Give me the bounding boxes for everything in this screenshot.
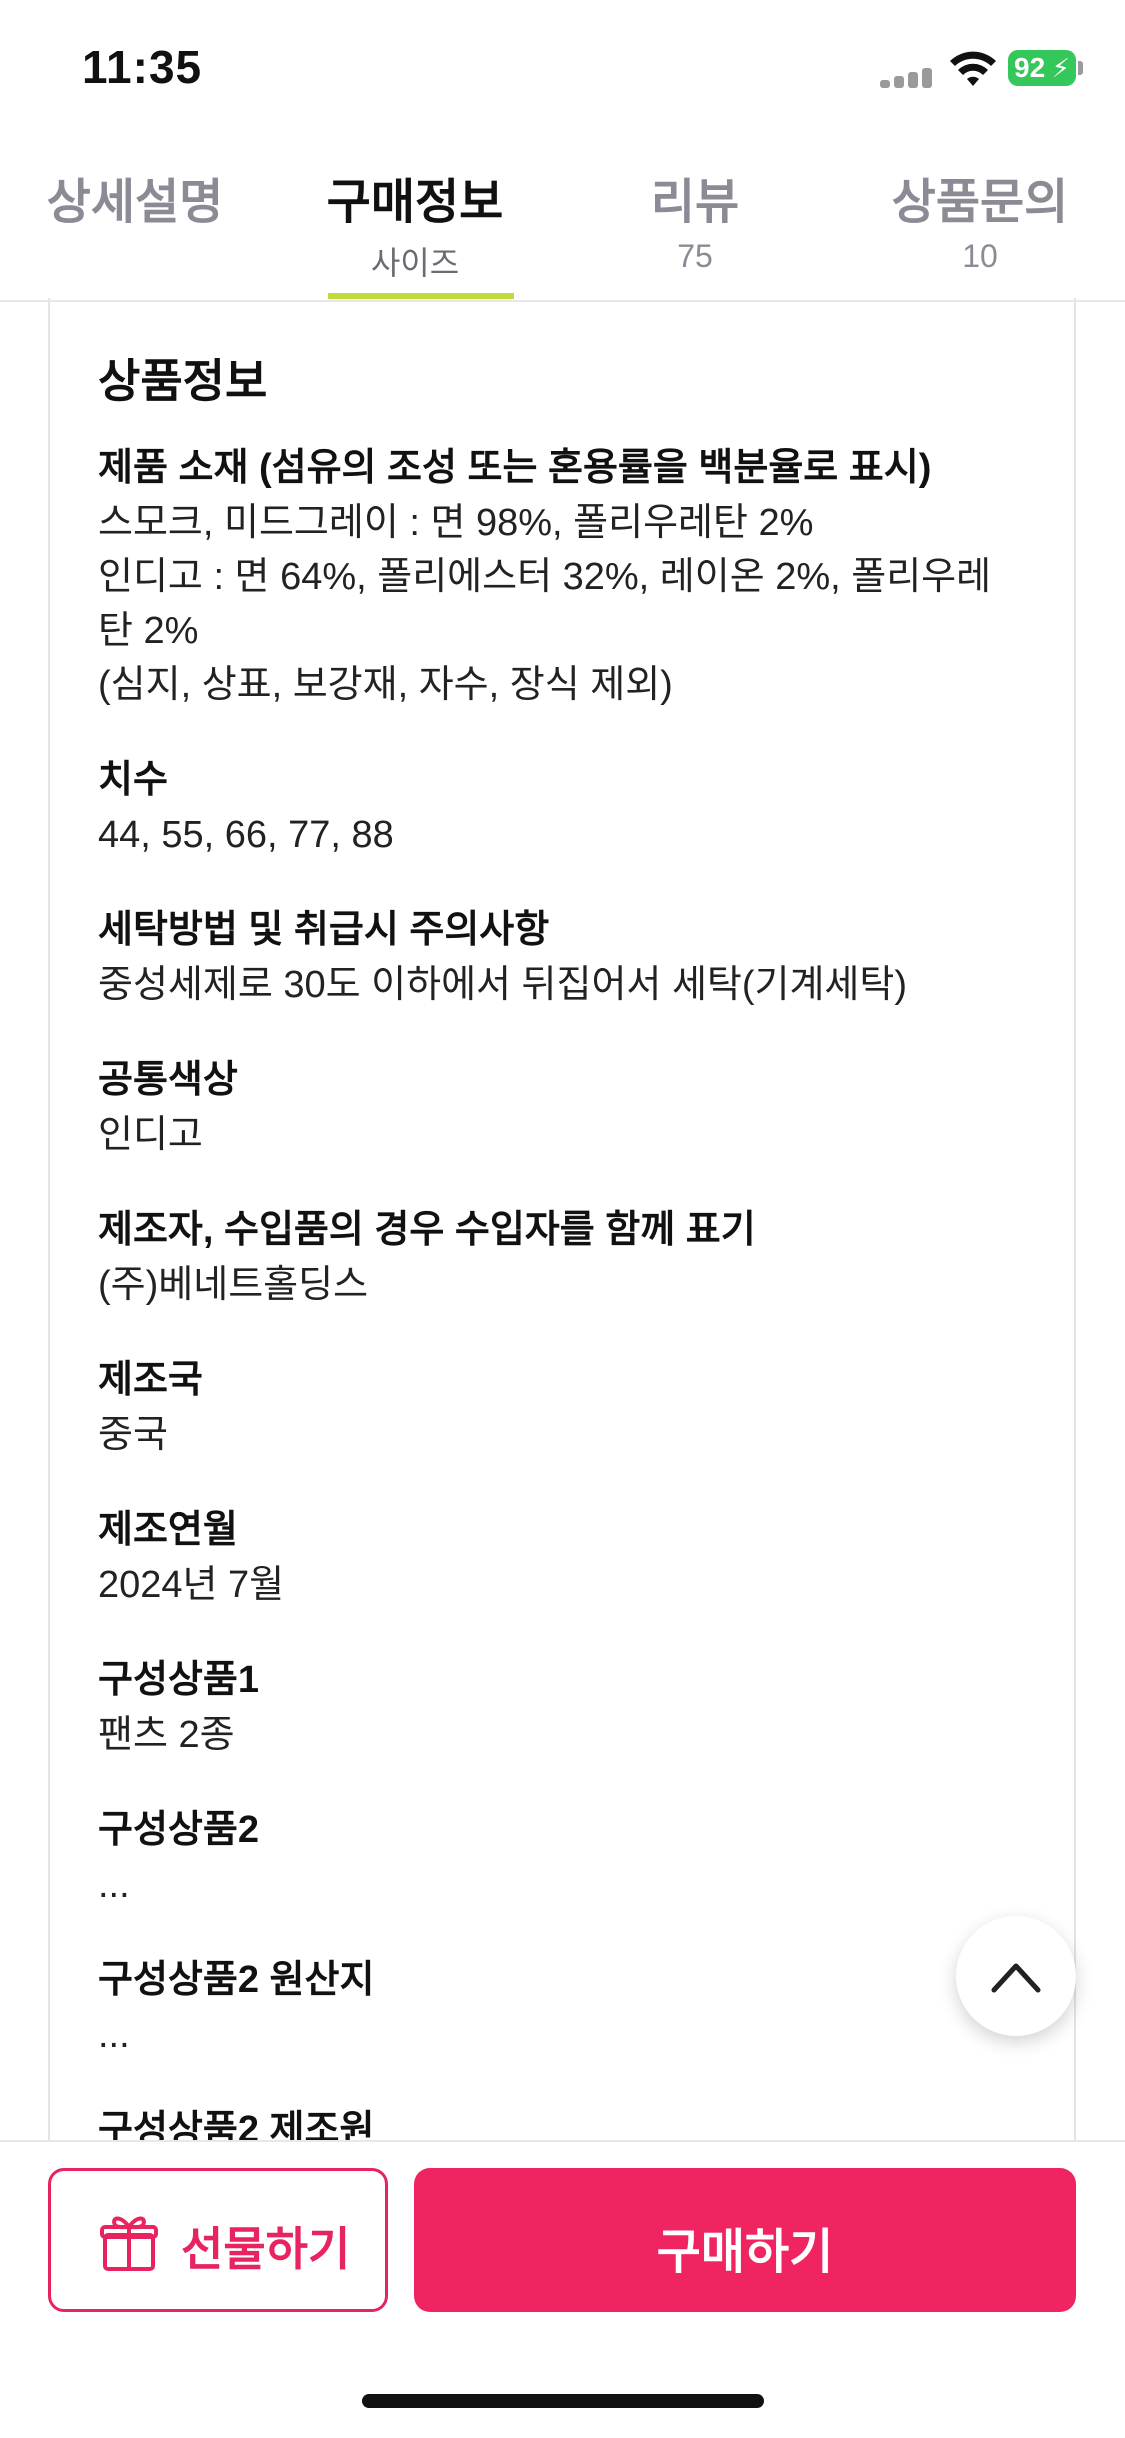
info-section-component1: 구성상품1 팬츠 2종	[98, 1652, 1018, 1762]
tab-inquiries[interactable]: 상품문의 10	[855, 140, 1105, 300]
info-section-washing: 세탁방법 및 취급시 주의사항 중성세제로 30도 이하에서 뒤집어서 세탁(기…	[98, 902, 1018, 1012]
charging-bolt-icon: ⚡	[1051, 53, 1070, 83]
section-title: 제조자, 수입품의 경우 수입자를 함께 표기	[98, 1209, 756, 1251]
gift-button-label: 선물하기	[181, 2223, 351, 2275]
section-title: 구성상품2	[98, 1809, 259, 1851]
info-section-country: 제조국 중국	[98, 1352, 1018, 1462]
info-section-size: 치수 44, 55, 66, 77, 88	[98, 752, 1018, 862]
section-title: 구성상품2 원산지	[98, 1959, 375, 2001]
gift-icon	[100, 2216, 158, 2271]
home-indicator	[362, 2394, 764, 2408]
chevron-up-icon	[991, 1963, 1041, 1993]
gift-button[interactable]: 선물하기	[48, 2168, 388, 2312]
section-title: 제품 소재 (섬유의 조성 또는 혼용률을 백분율로 표시)	[98, 447, 932, 489]
tab-reviews[interactable]: 리뷰 75	[570, 140, 820, 300]
scroll-top-button[interactable]	[956, 1916, 1076, 2036]
tab-label: 구매정보	[326, 176, 504, 229]
battery-icon: 92 ⚡	[1008, 50, 1083, 86]
info-section-material: 제품 소재 (섬유의 조성 또는 혼용률을 백분율로 표시) 스모크, 미드그레…	[98, 440, 1018, 712]
tab-purchase-info[interactable]: 구매정보 사이즈	[290, 140, 540, 300]
inquiry-count: 10	[962, 238, 998, 274]
info-section-component2: 구성상품2 ...	[98, 1802, 1018, 1912]
review-count: 75	[677, 238, 713, 274]
section-value: 중국	[98, 1414, 168, 1456]
section-value: ...	[98, 2014, 130, 2056]
section-title: 구성상품1	[98, 1659, 259, 1701]
section-value: 2024년 7월	[98, 1564, 285, 1606]
section-title: 제조연월	[98, 1509, 238, 1551]
info-section-component2-origin: 구성상품2 원산지 ...	[98, 1952, 1018, 2062]
wifi-icon	[950, 51, 996, 86]
buy-button[interactable]: 구매하기	[414, 2168, 1076, 2312]
signal-icon	[880, 68, 936, 88]
info-section-manufacturer: 제조자, 수입품의 경우 수입자를 함께 표기 (주)베네트홀딩스	[98, 1202, 1018, 1312]
status-bar: 11:35 92 ⚡	[0, 0, 1125, 140]
section-value: (주)베네트홀딩스	[98, 1264, 369, 1306]
section-title: 치수	[98, 759, 168, 801]
section-value: 팬츠 2종	[98, 1714, 235, 1756]
section-value: 인디고	[98, 1114, 203, 1156]
section-value: ...	[98, 1864, 130, 1906]
section-value: 중성세제로 30도 이하에서 뒤집어서 세탁(기계세탁)	[98, 964, 908, 1006]
section-title: 공통색상	[98, 1059, 238, 1101]
status-time: 11:35	[82, 41, 203, 93]
tab-detail[interactable]: 상세설명	[10, 140, 260, 300]
info-section-color: 공통색상 인디고	[98, 1052, 1018, 1162]
tab-bar: 상세설명 구매정보 사이즈 리뷰 75 상품문의 10	[0, 140, 1125, 302]
section-value: 44, 55, 66, 77, 88	[98, 814, 394, 856]
battery-level: 92	[1014, 52, 1046, 83]
section-title: 제조국	[98, 1359, 203, 1401]
tab-label: 상세설명	[46, 176, 224, 229]
tab-label: 상품문의	[891, 176, 1069, 229]
tab-sub-label: 사이즈	[370, 245, 460, 281]
tab-label: 리뷰	[650, 176, 740, 229]
section-title: 세탁방법 및 취급시 주의사항	[98, 909, 550, 951]
buy-button-label: 구매하기	[656, 2226, 834, 2279]
info-section-date: 제조연월 2024년 7월	[98, 1502, 1018, 1612]
section-value: 스모크, 미드그레이 : 면 98%, 폴리우레탄 2% 인디고 : 면 64%…	[98, 502, 992, 706]
card-title: 상품정보	[98, 355, 268, 407]
